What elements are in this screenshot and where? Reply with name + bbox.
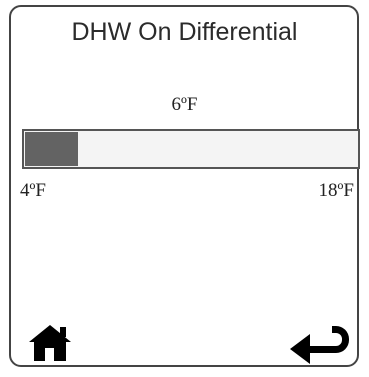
back-button[interactable] bbox=[288, 320, 350, 364]
home-icon bbox=[29, 325, 71, 361]
min-label: 4ºF bbox=[20, 180, 46, 201]
current-value: 6ºF bbox=[171, 94, 198, 115]
page-title: DHW On Differential bbox=[71, 18, 298, 46]
slider-fill bbox=[25, 132, 78, 166]
value-slider[interactable] bbox=[22, 129, 360, 169]
max-label: 18ºF bbox=[318, 180, 354, 201]
home-button[interactable] bbox=[28, 322, 76, 362]
screen-panel bbox=[9, 5, 359, 367]
return-arrow-icon bbox=[290, 326, 349, 364]
